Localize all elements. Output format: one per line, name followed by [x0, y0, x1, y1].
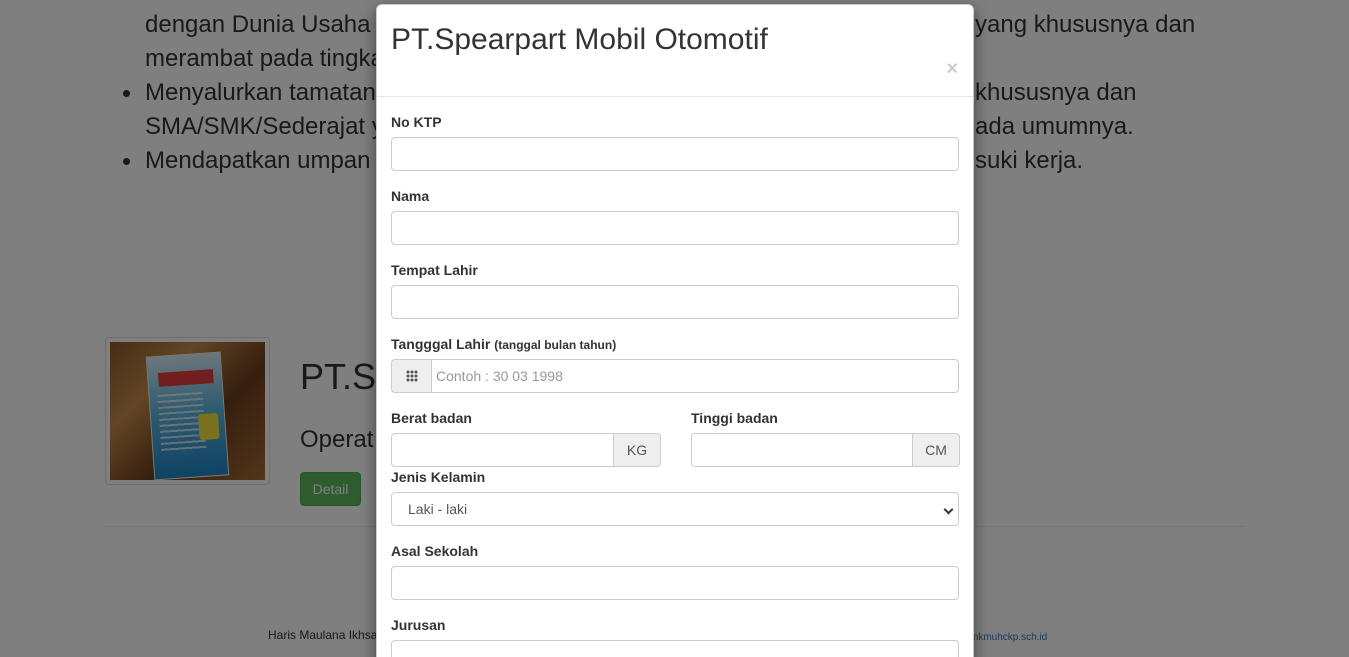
- no-ktp-label: No KTP: [391, 114, 442, 130]
- kg-addon: KG: [614, 433, 661, 467]
- nama-label: Nama: [391, 188, 430, 204]
- tinggi-badan-group: CM: [691, 433, 960, 467]
- tanggal-lahir-label: Tangggal Lahir (tanggal bulan tahun): [391, 336, 617, 352]
- close-icon[interactable]: ×: [946, 59, 958, 79]
- modal-header: PT.Spearpart Mobil Otomotif ×: [377, 5, 973, 97]
- jenis-kelamin-label: Jenis Kelamin: [391, 469, 486, 485]
- berat-badan-input[interactable]: [391, 433, 614, 467]
- tinggi-badan-label: Tinggi badan: [691, 410, 778, 426]
- tempat-lahir-input[interactable]: [391, 285, 959, 319]
- tempat-lahir-label: Tempat Lahir: [391, 262, 478, 278]
- jenis-kelamin-value: Laki - laki: [408, 501, 468, 517]
- no-ktp-input[interactable]: [391, 137, 959, 171]
- application-modal: PT.Spearpart Mobil Otomotif × No KTP Nam…: [376, 4, 974, 657]
- tanggal-lahir-input[interactable]: [431, 359, 959, 393]
- berat-badan-label: Berat badan: [391, 410, 472, 426]
- jurusan-input[interactable]: [391, 640, 959, 657]
- chevron-down-icon: [943, 504, 954, 515]
- tinggi-badan-input[interactable]: [691, 433, 913, 467]
- modal-title: PT.Spearpart Mobil Otomotif: [391, 23, 768, 56]
- asal-sekolah-input[interactable]: [391, 566, 959, 600]
- calendar-grid-icon: [391, 359, 431, 393]
- jenis-kelamin-select[interactable]: Laki - laki: [391, 492, 959, 526]
- jurusan-label: Jurusan: [391, 617, 446, 633]
- cm-addon: CM: [913, 433, 960, 467]
- berat-badan-group: KG: [391, 433, 661, 467]
- tanggal-lahir-hint: (tanggal bulan tahun): [494, 338, 617, 352]
- tanggal-lahir-group: [391, 359, 959, 393]
- asal-sekolah-label: Asal Sekolah: [391, 543, 479, 559]
- nama-input[interactable]: [391, 211, 959, 245]
